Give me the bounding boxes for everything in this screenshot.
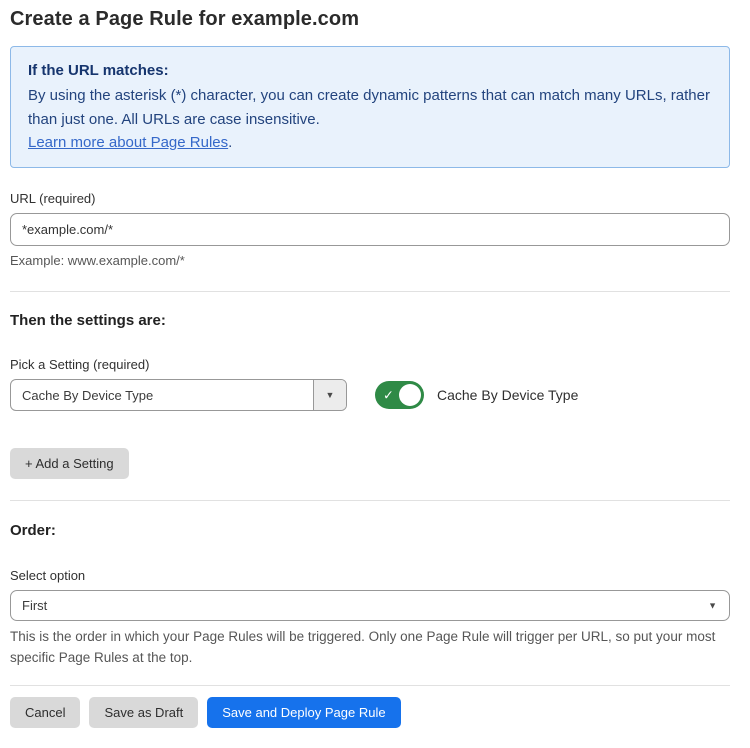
pick-setting-label: Pick a Setting (required) bbox=[10, 357, 730, 372]
url-match-info-box: If the URL matches: By using the asteris… bbox=[10, 46, 730, 168]
settings-heading: Then the settings are: bbox=[10, 312, 730, 329]
cache-device-toggle[interactable]: ✓ bbox=[375, 381, 424, 409]
check-icon: ✓ bbox=[383, 389, 394, 402]
divider bbox=[10, 685, 730, 686]
toggle-knob bbox=[399, 384, 421, 406]
setting-toggle-wrap: ✓ Cache By Device Type bbox=[375, 381, 578, 409]
info-box-link-line: Learn more about Page Rules. bbox=[28, 131, 712, 154]
save-draft-button[interactable]: Save as Draft bbox=[89, 697, 198, 728]
order-heading: Order: bbox=[10, 522, 730, 539]
toggle-label: Cache By Device Type bbox=[437, 387, 578, 403]
setting-select-value: Cache By Device Type bbox=[11, 380, 313, 410]
order-helper-text: This is the order in which your Page Rul… bbox=[10, 627, 725, 669]
order-section: Order: Select option First ▼ This is the… bbox=[10, 522, 730, 669]
url-example-helper: Example: www.example.com/* bbox=[10, 253, 730, 268]
info-box-body: By using the asterisk (*) character, you… bbox=[28, 84, 712, 131]
save-deploy-button[interactable]: Save and Deploy Page Rule bbox=[207, 697, 400, 728]
url-input[interactable] bbox=[10, 213, 730, 246]
link-period: . bbox=[228, 134, 232, 151]
settings-section: Then the settings are: Pick a Setting (r… bbox=[10, 312, 730, 479]
order-select[interactable]: First ▼ bbox=[10, 590, 730, 621]
footer-actions: Cancel Save as Draft Save and Deploy Pag… bbox=[10, 697, 730, 748]
url-field-label: URL (required) bbox=[10, 191, 730, 206]
cancel-button[interactable]: Cancel bbox=[10, 697, 80, 728]
learn-more-link[interactable]: Learn more about Page Rules bbox=[28, 134, 228, 151]
divider bbox=[10, 500, 730, 501]
add-setting-button[interactable]: + Add a Setting bbox=[10, 448, 129, 479]
order-select-value: First bbox=[22, 598, 47, 613]
url-field-block: URL (required) Example: www.example.com/… bbox=[10, 191, 730, 268]
setting-select-arrow-button[interactable]: ▼ bbox=[313, 380, 346, 410]
order-select-label: Select option bbox=[10, 568, 730, 583]
caret-down-icon: ▼ bbox=[708, 601, 717, 610]
page-title: Create a Page Rule for example.com bbox=[10, 8, 730, 31]
setting-row: Cache By Device Type ▼ ✓ Cache By Device… bbox=[10, 379, 730, 411]
caret-down-icon: ▼ bbox=[326, 391, 335, 400]
divider bbox=[10, 291, 730, 292]
page-rule-form: Create a Page Rule for example.com If th… bbox=[10, 0, 730, 748]
setting-select[interactable]: Cache By Device Type ▼ bbox=[10, 379, 347, 411]
info-box-heading: If the URL matches: bbox=[28, 59, 712, 82]
